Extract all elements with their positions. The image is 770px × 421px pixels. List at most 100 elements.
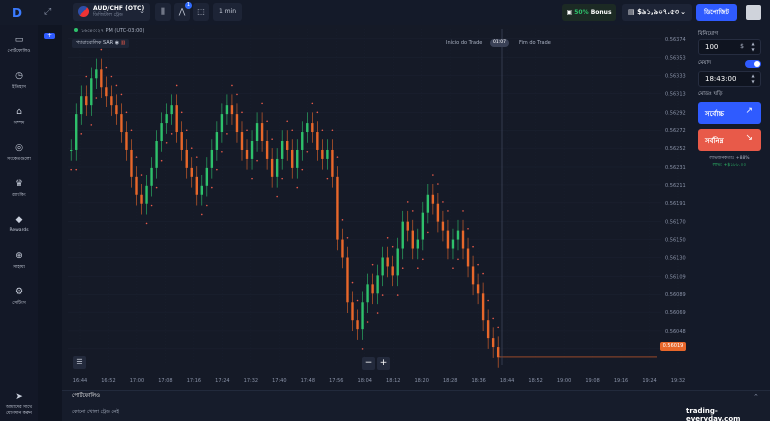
- sar-dot: [311, 102, 314, 105]
- candle-body: [210, 149, 214, 168]
- x-tick-label: 18:12: [386, 378, 400, 384]
- candle-body: [486, 320, 490, 339]
- deposit-button[interactable]: ডিপোজিট: [696, 4, 737, 21]
- sar-dot: [411, 210, 414, 212]
- drawing-icon[interactable]: ⬚: [193, 3, 209, 21]
- y-tick-label: 0.56231: [665, 165, 686, 171]
- y-tick-label: 0.56170: [665, 220, 686, 226]
- eye-icon[interactable]: ◉: [115, 40, 119, 46]
- sidebar-item-help[interactable]: ⊕ সাহায্য: [0, 251, 38, 271]
- sar-dot: [185, 129, 188, 132]
- app: D ⤢ AUD/CHF (OTC) ডিজিটাল ট্রেড ⌄ ⫼ ⋀ 1 …: [0, 0, 770, 421]
- sar-dot: [170, 133, 173, 135]
- sar-dot: [341, 219, 344, 221]
- chevron-down-icon: ⌄: [139, 7, 145, 15]
- portfolio-icon: ▭: [14, 35, 24, 45]
- candle-body: [95, 69, 98, 79]
- amount-stepper[interactable]: ▲ ▼: [748, 41, 758, 53]
- zoom-in-button[interactable]: +: [377, 357, 390, 370]
- sidebar-item-history[interactable]: ◷ ইতিহাস: [0, 71, 38, 91]
- sar-dot: [266, 120, 268, 123]
- sar-dot: [497, 326, 499, 329]
- sidebar-item-market[interactable]: ⌂ সম্পদ: [0, 107, 38, 127]
- sar-dot: [105, 66, 108, 69]
- candle-body: [476, 284, 480, 294]
- sar-dot: [110, 75, 113, 78]
- top-bar: D ⤢ AUD/CHF (OTC) ডিজিটাল ট্রেড ⌄ ⫼ ⋀ 1 …: [0, 0, 770, 25]
- chart-settings-button[interactable]: ☰: [73, 356, 86, 369]
- logo-icon[interactable]: D: [12, 6, 24, 20]
- candle-body: [150, 167, 153, 186]
- buy-up-button[interactable]: সর্বোচ্চ ↗: [698, 102, 761, 124]
- timeframe-button[interactable]: 1 min: [213, 3, 242, 21]
- sar-dot: [201, 213, 203, 216]
- sidebar-item-ranking[interactable]: ♛ র‍্যাংকিং: [0, 179, 38, 199]
- candle-body: [286, 141, 289, 150]
- asset-selector[interactable]: AUD/CHF (OTC) ডিজিটাল ট্রেড ⌄: [73, 3, 150, 21]
- y-tick-label: 0.56211: [665, 183, 686, 189]
- flag-icon: [78, 6, 89, 17]
- current-price-label: 0.56019: [660, 342, 686, 351]
- trade-start-label: Início do Trade: [446, 40, 483, 46]
- sidebar-item-portfolio[interactable]: ▭ পোর্টফোলিও: [0, 35, 38, 55]
- chevron-up-icon[interactable]: ⌃: [753, 393, 759, 401]
- time-stepper[interactable]: ▲ ▼: [748, 73, 758, 85]
- currency-unit: $: [740, 43, 744, 50]
- candle-body: [85, 96, 88, 106]
- sidebar-item-label: সংকেতগুলো: [7, 157, 31, 162]
- no-trades-message: কোনো খোলা ট্রেড নেই: [72, 409, 119, 415]
- sidebar-item-signals[interactable]: ◎ সংকেতগুলো: [0, 143, 38, 163]
- candles-icon[interactable]: ⫼: [155, 3, 171, 21]
- x-tick-label: 17:32: [244, 378, 258, 384]
- zoom-out-button[interactable]: −: [362, 357, 375, 370]
- telegram-icon: ➤: [15, 392, 23, 402]
- price-chart[interactable]: 0.56374 0.56353 0.56333 0.56313 0.56292 0.562…: [62, 25, 690, 390]
- invite-link[interactable]: ➤ আমাদের সাথে যোগদান করুন: [0, 392, 38, 417]
- y-tick-label: 0.56353: [665, 56, 686, 62]
- indicator-pill[interactable]: প্যারাবোলিক SAR ◉ ▥: [72, 39, 130, 48]
- x-tick-label: 19:00: [557, 378, 571, 384]
- x-tick-label: 18:20: [415, 378, 429, 384]
- candle-body: [280, 141, 284, 159]
- expiry-time-input[interactable]: 18:43:00 ▲ ▼: [698, 71, 761, 87]
- expiry-mode-toggle[interactable]: [745, 60, 761, 68]
- amount-input[interactable]: 100 $ ▲ ▼: [698, 39, 761, 55]
- trash-icon[interactable]: ▥: [121, 40, 126, 46]
- candle-body: [466, 248, 470, 267]
- candle-body: [185, 149, 188, 168]
- candle-body: [366, 284, 369, 303]
- sar-dot: [130, 129, 133, 132]
- y-tick-label: 0.56333: [665, 74, 686, 80]
- x-tick-label: 17:48: [301, 378, 315, 384]
- fullscreen-icon[interactable]: ⤢: [44, 7, 51, 17]
- sidebar-item-rewards[interactable]: ◆ Rewards: [0, 215, 38, 233]
- candle-body: [135, 176, 138, 195]
- add-chart-button[interactable]: +: [44, 33, 55, 39]
- sar-dot: [231, 84, 233, 87]
- candle-body: [406, 221, 409, 231]
- sar-dot: [376, 312, 379, 314]
- sar-dot: [80, 133, 83, 135]
- balance-button[interactable]: ▤ $৯১,৯০৭.৫৩ ⌄: [622, 4, 692, 21]
- sar-dot: [321, 129, 324, 132]
- sidebar-item-settings[interactable]: ⚙ সেটিংস: [0, 287, 38, 307]
- buy-down-button[interactable]: সর্বনিম্ন ↘: [698, 129, 761, 151]
- sar-dot: [447, 210, 449, 212]
- candle-body: [205, 167, 209, 186]
- bonus-button[interactable]: ▣ 50% Bonus: [562, 4, 616, 21]
- candle-body: [451, 239, 455, 249]
- sar-dot: [211, 186, 213, 189]
- candle-body: [416, 239, 420, 249]
- candle-body: [331, 149, 334, 177]
- sar-dot: [467, 228, 469, 230]
- sar-dot: [366, 321, 369, 323]
- portfolio-title: পোর্টফোলিও: [72, 393, 101, 399]
- sar-dot: [301, 168, 304, 171]
- candle-body: [446, 230, 450, 249]
- avatar[interactable]: [746, 5, 761, 20]
- candle-body: [371, 284, 374, 294]
- settings-icon: ⚙: [14, 287, 24, 297]
- sar-dot: [216, 168, 218, 171]
- candle-body: [456, 230, 460, 240]
- sar-dot: [246, 129, 248, 132]
